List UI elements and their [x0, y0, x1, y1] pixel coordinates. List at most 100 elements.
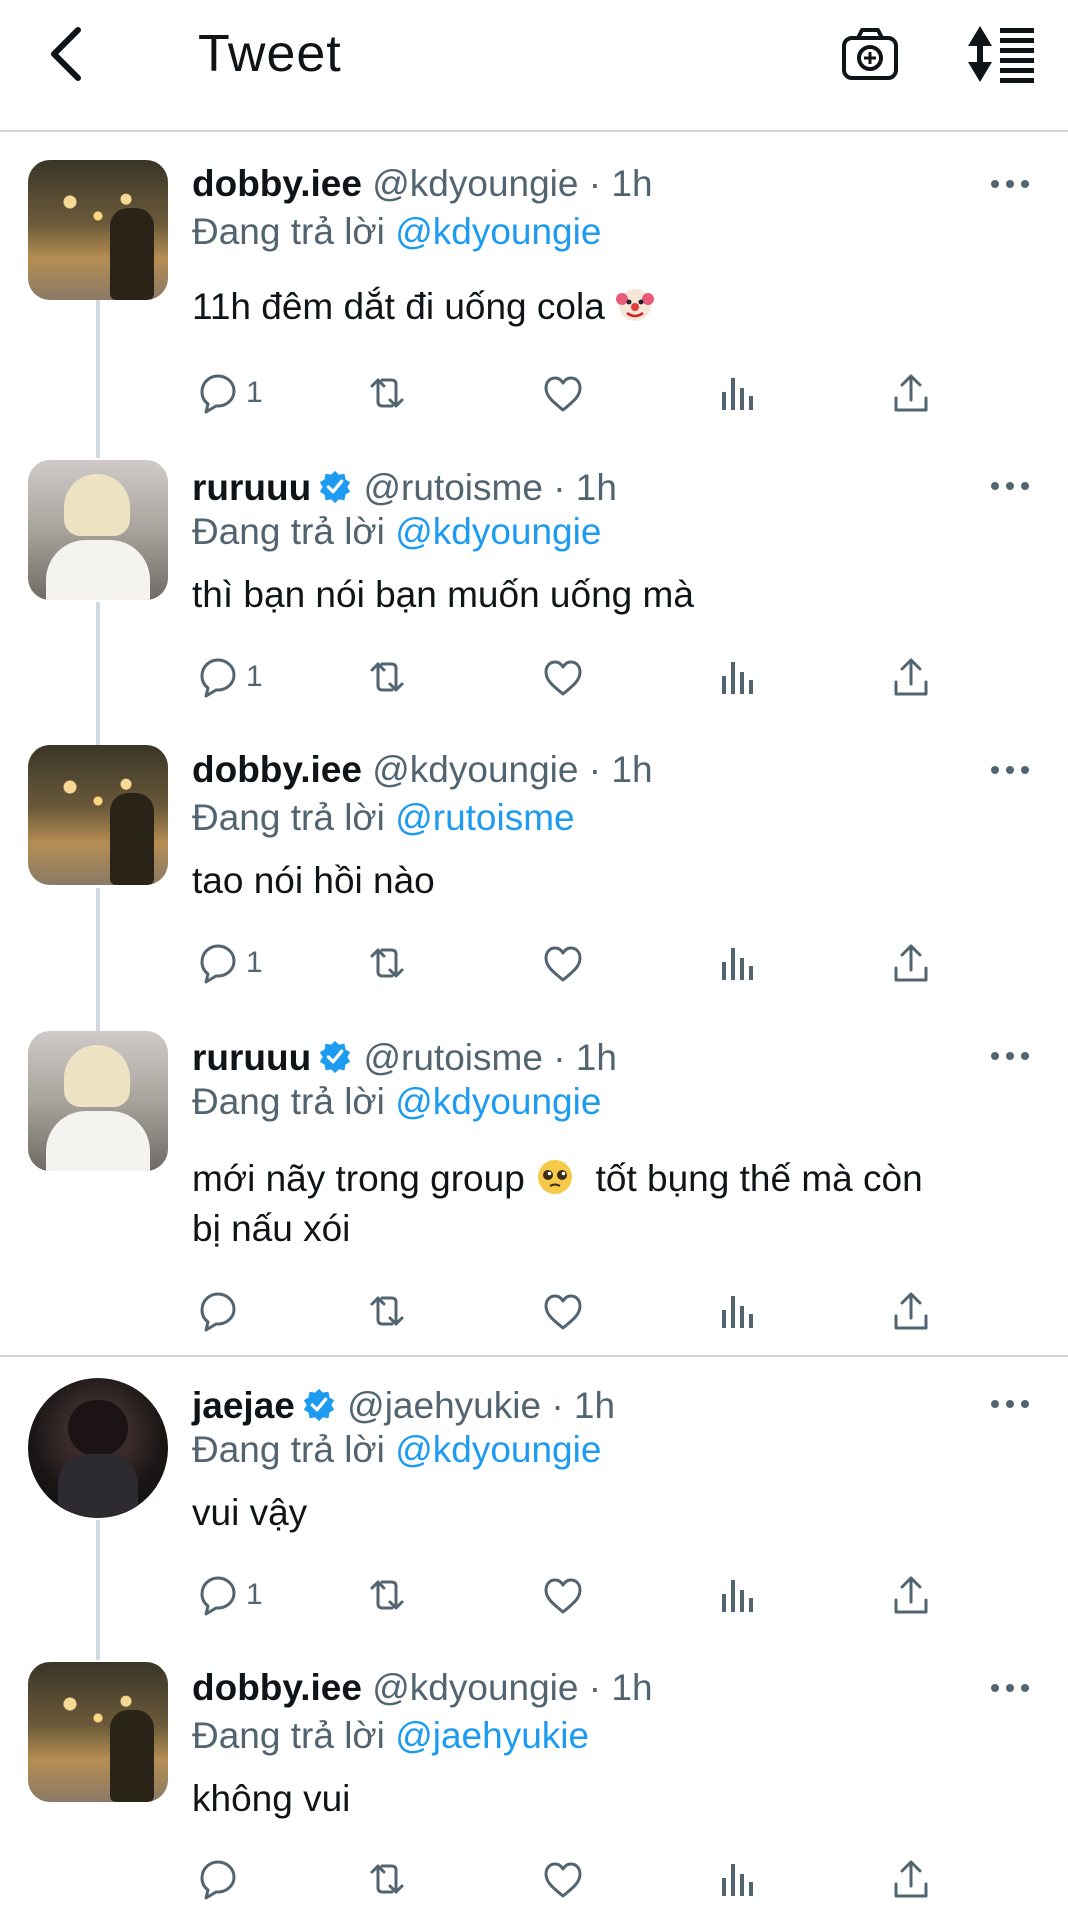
replying-handle-link[interactable]: @rutoisme	[395, 797, 574, 838]
replying-handle-link[interactable]: @kdyoungie	[395, 1081, 601, 1122]
thread-line	[96, 300, 100, 458]
tweet-actions: 1	[192, 1570, 952, 1620]
share-icon	[894, 944, 928, 982]
share-button[interactable]	[888, 1570, 934, 1620]
tweet-text: 11h đêm dắt đi uống cola	[192, 282, 1012, 332]
verified-badge-icon	[318, 469, 353, 505]
handle-time: @jaehyukie · 1h	[347, 1385, 616, 1426]
handle-time: @kdyoungie · 1h	[372, 749, 653, 790]
views-button[interactable]	[714, 1570, 760, 1620]
display-name[interactable]: ruruuu	[192, 467, 311, 508]
share-icon	[894, 1576, 928, 1614]
tweet-actions	[192, 1854, 952, 1904]
views-icon	[722, 1580, 753, 1612]
like-button[interactable]	[540, 938, 586, 988]
sort-icon[interactable]	[966, 24, 1038, 84]
retweet-button[interactable]	[364, 1286, 410, 1336]
clown-emoji-icon	[616, 289, 655, 321]
retweet-button[interactable]	[364, 1570, 410, 1620]
tweet-text: không vui	[192, 1778, 351, 1819]
thread-divider	[0, 1355, 1068, 1357]
reply-count: 1	[246, 660, 263, 693]
views-button[interactable]	[714, 1854, 760, 1904]
heart-icon	[544, 946, 582, 982]
retweet-button[interactable]	[364, 368, 410, 418]
avatar[interactable]	[28, 1378, 168, 1518]
retweet-icon	[370, 948, 404, 978]
tweet-text: vui vậy	[192, 1492, 308, 1533]
reply-button[interactable]: 1	[192, 1570, 263, 1620]
retweet-icon	[370, 1864, 404, 1894]
reply-button[interactable]	[192, 1854, 246, 1904]
views-button[interactable]	[714, 1286, 760, 1336]
replying-prefix: Đang trả lời	[192, 1429, 396, 1470]
thread-line	[96, 1520, 100, 1660]
tweet-actions: 1	[192, 652, 952, 702]
thread-line	[96, 888, 100, 1032]
like-button[interactable]	[540, 1854, 586, 1904]
share-icon	[894, 1292, 928, 1330]
display-name[interactable]: dobby.iee	[192, 163, 362, 204]
tweet-actions: 1	[192, 938, 952, 988]
replying-to: Đang trả lời @kdyoungie	[192, 510, 601, 554]
avatar[interactable]	[28, 160, 168, 300]
replying-handle-link[interactable]: @kdyoungie	[395, 1429, 601, 1470]
views-icon	[722, 1296, 753, 1328]
more-icon[interactable]	[990, 764, 1030, 776]
like-button[interactable]	[540, 652, 586, 702]
tweet-text-part: tốt bụng thế mà còn	[595, 1158, 923, 1199]
share-button[interactable]	[888, 652, 934, 702]
avatar[interactable]	[28, 460, 168, 600]
heart-icon	[544, 1578, 582, 1614]
display-name[interactable]: ruruuu	[192, 1037, 311, 1078]
tweet-header: ruruuu @rutoisme · 1h	[192, 1036, 617, 1080]
tweet-actions: 1	[192, 368, 952, 418]
share-button[interactable]	[888, 1286, 934, 1336]
like-button[interactable]	[540, 1286, 586, 1336]
camera-icon[interactable]	[840, 24, 900, 84]
display-name[interactable]: dobby.iee	[192, 749, 362, 790]
replying-handle-link[interactable]: @jaehyukie	[395, 1715, 589, 1756]
more-icon[interactable]	[990, 1682, 1030, 1694]
reply-button[interactable]: 1	[192, 652, 263, 702]
like-button[interactable]	[540, 1570, 586, 1620]
more-icon[interactable]	[990, 178, 1030, 190]
like-button[interactable]	[540, 368, 586, 418]
retweet-button[interactable]	[364, 652, 410, 702]
reply-count: 1	[246, 946, 263, 979]
replying-to: Đang trả lời @jaehyukie	[192, 1714, 589, 1758]
tweet-header: jaejae @jaehyukie · 1h	[192, 1384, 615, 1428]
more-icon[interactable]	[990, 480, 1030, 492]
views-button[interactable]	[714, 368, 760, 418]
share-button[interactable]	[888, 368, 934, 418]
views-button[interactable]	[714, 652, 760, 702]
display-name[interactable]: dobby.iee	[192, 1667, 362, 1708]
share-button[interactable]	[888, 938, 934, 988]
retweet-button[interactable]	[364, 1854, 410, 1904]
reply-button[interactable]: 1	[192, 938, 263, 988]
replying-to: Đang trả lời @kdyoungie	[192, 210, 601, 254]
verified-badge-icon	[318, 1039, 353, 1075]
views-button[interactable]	[714, 938, 760, 988]
replying-handle-link[interactable]: @kdyoungie	[395, 511, 601, 552]
handle-time: @rutoisme · 1h	[363, 467, 617, 508]
reply-button[interactable]: 1	[192, 368, 263, 418]
verified-badge-icon	[302, 1387, 336, 1423]
share-button[interactable]	[888, 1854, 934, 1904]
replying-handle-link[interactable]: @kdyoungie	[395, 211, 601, 252]
retweet-button[interactable]	[364, 938, 410, 988]
more-icon[interactable]	[990, 1398, 1030, 1410]
replying-prefix: Đang trả lời	[192, 511, 396, 552]
reply-button[interactable]	[192, 1286, 246, 1336]
back-chevron-icon[interactable]	[40, 22, 104, 86]
reply-icon	[200, 1292, 236, 1332]
more-icon[interactable]	[990, 1050, 1030, 1062]
avatar[interactable]	[28, 1662, 168, 1802]
page-title: Tweet	[198, 25, 342, 83]
tweet-text: mới nãy trong group tốt bụng thế mà còn …	[192, 1154, 1012, 1254]
display-name[interactable]: jaejae	[192, 1385, 295, 1426]
avatar[interactable]	[28, 1031, 168, 1171]
heart-icon	[544, 376, 582, 412]
tweet-text-content: 11h đêm dắt đi uống cola	[192, 286, 605, 327]
avatar[interactable]	[28, 745, 168, 885]
